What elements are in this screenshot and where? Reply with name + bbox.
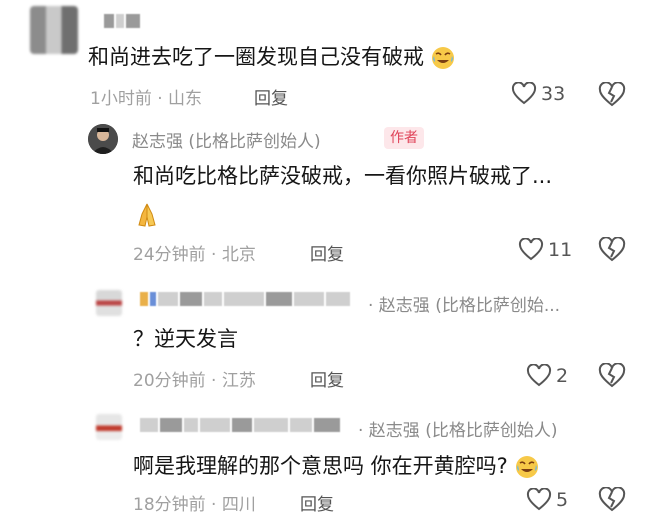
heart-outline-icon [526,364,552,388]
timestamp: 18分钟前 [133,495,206,515]
like-button[interactable]: 5 [526,488,568,512]
praying-hands-emoji-icon [133,201,161,229]
broken-heart-icon [598,82,626,108]
reply-button[interactable]: 回复 [254,84,288,109]
timestamp: 20分钟前 [133,371,206,391]
broken-heart-icon [598,487,626,513]
laugh-cry-emoji-icon [431,46,455,70]
reply-to-author[interactable]: · 赵志强 (比格比萨创始... [368,291,560,316]
like-count: 11 [548,239,573,261]
dislike-button[interactable] [598,487,626,513]
comment-text: 和尚吃比格比萨没破戒，一看你照片破戒了... [133,164,553,188]
comment-meta: 24分钟前 · 北京 [133,240,256,265]
broken-heart-icon [598,363,626,389]
comment-text: 和尚进去吃了一圈发现自己没有破戒 [88,43,455,71]
like-button[interactable]: 33 [511,82,565,106]
dislike-button[interactable] [598,363,626,389]
meta-separator: · [151,89,169,109]
comment-text-content: 啊是我理解的那个意思吗 你在开黄腔吗? [133,454,508,478]
blurred-username[interactable] [140,418,352,432]
timestamp: 24分钟前 [133,245,206,265]
author-name[interactable]: 赵志强 (比格比萨创始人) [132,127,321,152]
location: 山东 [168,89,203,109]
broken-heart-icon [598,237,626,263]
like-count: 5 [556,489,569,511]
heart-outline-icon [518,238,544,262]
reply-button[interactable]: 回复 [310,366,344,391]
like-count: 2 [556,365,569,387]
comment-emoji-line [133,200,161,229]
meta-separator: · [205,245,222,265]
laugh-cry-emoji-icon [515,455,539,479]
dislike-button[interactable] [598,82,626,108]
location: 江苏 [221,371,256,391]
timestamp: 1小时前 [90,89,152,109]
like-button[interactable]: 2 [526,364,568,388]
location: 四川 [221,495,256,515]
avatar[interactable] [96,290,122,316]
avatar[interactable] [96,414,122,440]
comment-text: ？逆天发言 [133,327,238,351]
like-count: 33 [541,83,566,105]
comment-meta: 1小时前 · 山东 [90,84,202,109]
blurred-username[interactable] [140,292,362,306]
dislike-button[interactable] [598,237,626,263]
reply-to-author[interactable]: · 赵志强 (比格比萨创始人) [358,416,557,441]
author-badge: 作者 [384,127,424,149]
like-button[interactable]: 11 [518,238,572,262]
comment-text: 啊是我理解的那个意思吗 你在开黄腔吗? [133,452,539,480]
meta-separator: · [205,495,222,515]
comment-meta: 18分钟前 · 四川 [133,490,256,515]
blurred-username[interactable] [104,14,144,28]
reply-button[interactable]: 回复 [300,490,334,515]
meta-separator: · [205,371,222,391]
heart-outline-icon [511,82,537,106]
location: 北京 [221,245,256,265]
heart-outline-icon [526,488,552,512]
comment-meta: 20分钟前 · 江苏 [133,366,256,391]
author-avatar[interactable] [88,124,118,154]
comment-text-content: 和尚进去吃了一圈发现自己没有破戒 [88,45,424,69]
avatar[interactable] [30,6,78,54]
reply-button[interactable]: 回复 [310,240,344,265]
